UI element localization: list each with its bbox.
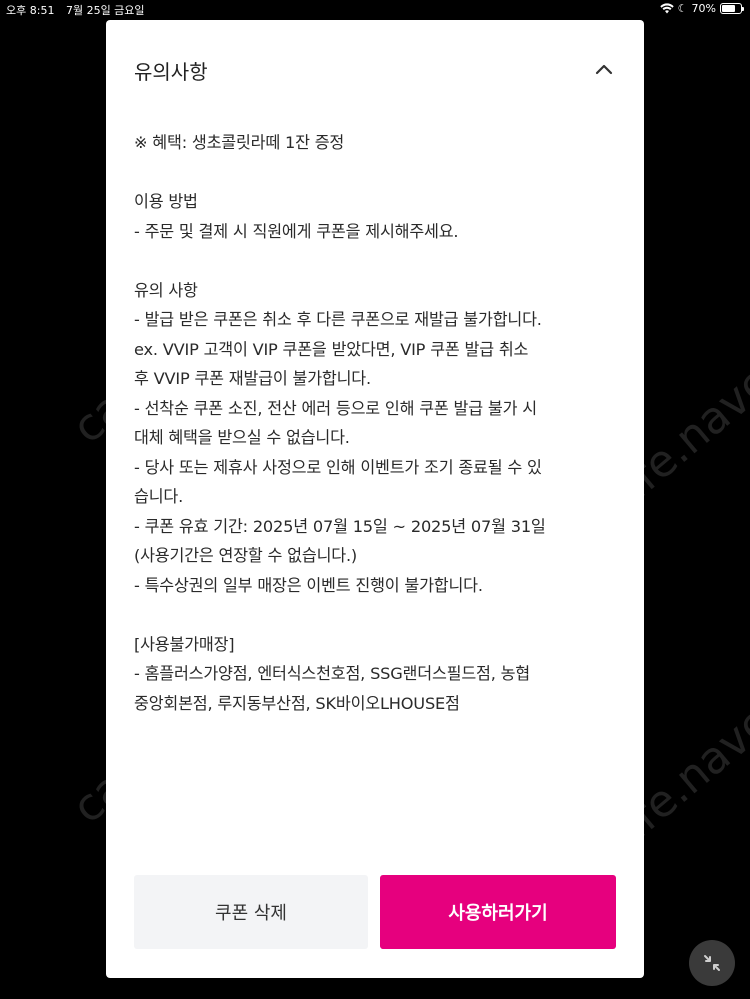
- wifi-icon: [659, 3, 674, 14]
- panel-header[interactable]: 유의사항: [106, 20, 644, 120]
- delete-coupon-button[interactable]: 쿠폰 삭제: [134, 875, 368, 949]
- battery-icon: [720, 3, 744, 14]
- spacer-line: [134, 246, 624, 276]
- notice-line: - 당사 또는 제휴사 사정으로 인해 이벤트가 조기 종료될 수 있: [134, 457, 542, 477]
- notice-content: ※ 혜택: 생초콜릿라떼 1잔 증정이용 방법 - 주문 및 결제 시 직원에게 …: [134, 128, 624, 718]
- notice-line: - 특수상권의 일부 매장은 이벤트 진행이 불가합니다.: [134, 575, 483, 595]
- minimize-button[interactable]: [689, 940, 735, 986]
- notice-line: 후 VVIP 쿠폰 재발급이 불가합니다.: [134, 369, 371, 388]
- spacer-line: [134, 158, 624, 188]
- notice-line: - 홈플러스가양점, 엔터식스천호점, SSG랜더스필드점, 농협: [134, 664, 530, 683]
- notice-line: 이용 방법: [134, 192, 198, 211]
- chevron-up-icon[interactable]: [592, 58, 616, 82]
- notice-line: - 선착순 쿠폰 소진, 전산 에러 등으로 인해 쿠폰 발급 불가 시: [134, 398, 537, 418]
- notice-line: 유의 사항: [134, 280, 198, 300]
- moon-icon: ☾: [677, 2, 688, 15]
- notice-line: (사용기간은 연장할 수 없습니다.): [134, 546, 358, 565]
- notice-line: ex. VVIP 고객이 VIP 쿠폰을 받았다면, VIP 쿠폰 발급 취소: [134, 339, 529, 359]
- battery-percentage: 70%: [691, 2, 716, 15]
- notice-line: 중앙회본점, 루지동부산점, SK바이오LHOUSE점: [134, 693, 460, 713]
- minimize-arrows-icon: [704, 955, 720, 971]
- status-date: 7월 25일 금요일: [65, 4, 145, 17]
- use-coupon-button[interactable]: 사용하러가기: [380, 875, 616, 949]
- status-time: 오후 8:51: [6, 4, 55, 17]
- notice-line: [사용불가매장]: [134, 634, 235, 654]
- battery-fill: [722, 5, 735, 12]
- notice-line: - 주문 및 결제 시 직원에게 쿠폰을 제시해주세요.: [134, 221, 459, 241]
- footer-buttons: 쿠폰 삭제 사용하러가기: [134, 875, 616, 949]
- notice-line: - 발급 받은 쿠폰은 취소 후 다른 쿠폰으로 재발급 불가합니다.: [134, 310, 542, 329]
- notice-line: 대체 혜택을 받으실 수 없습니다.: [134, 428, 350, 447]
- notice-line: ※ 혜택: 생초콜릿라떼 1잔 증정: [134, 133, 345, 152]
- panel-title: 유의사항: [134, 60, 208, 84]
- status-bar: 오후 8:51 7월 25일 금요일 ☾ 70%: [0, 0, 750, 20]
- notice-line: 습니다.: [134, 487, 184, 506]
- notice-panel: 유의사항 ※ 혜택: 생초콜릿라떼 1잔 증정이용 방법 - 주문 및 결제 시 …: [106, 20, 644, 978]
- notice-line: - 쿠폰 유효 기간: 2025년 07월 15일 ~ 2025년 07월 31…: [134, 516, 546, 536]
- spacer-line: [134, 600, 624, 630]
